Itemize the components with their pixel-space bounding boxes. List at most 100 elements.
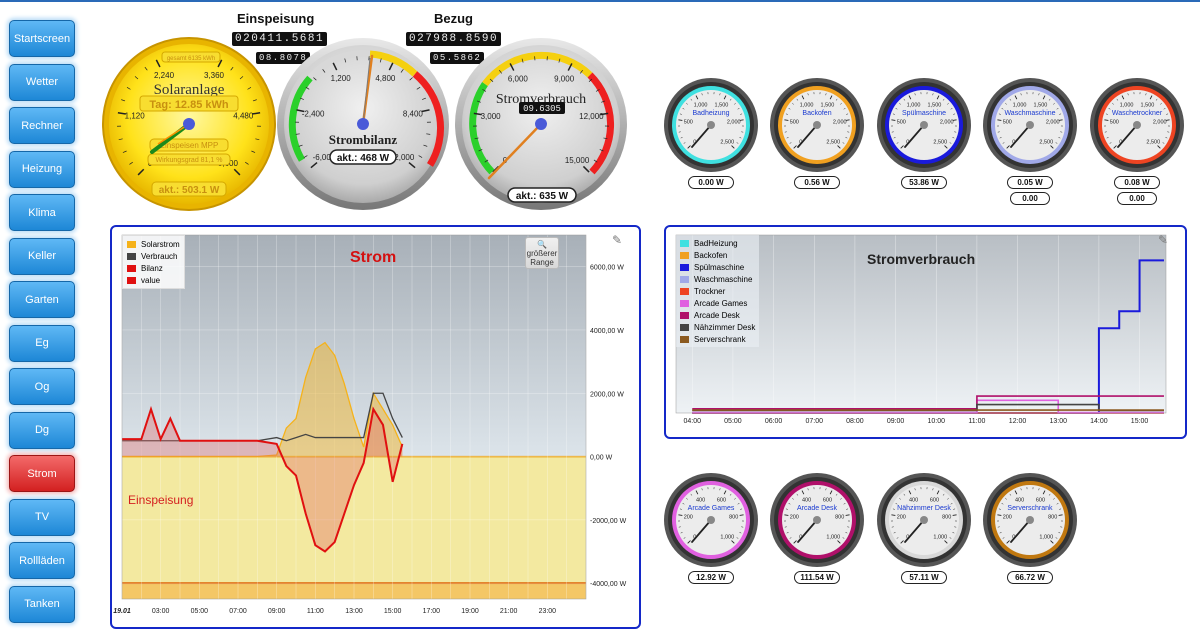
edit-pencil-icon[interactable]: ✎ [1158, 233, 1168, 247]
gauge-tick-label: 1,000 [826, 534, 840, 540]
nav-garten-button[interactable]: Garten [9, 281, 75, 318]
legend-item[interactable]: Solarstrom [127, 238, 180, 250]
nav-eg-button[interactable]: Eg [9, 324, 75, 362]
device-gauge: 05001,000 1,5002,0002,500Waschetrockner [1090, 78, 1184, 172]
solar-akt: akt.: 503.1 W [159, 185, 220, 196]
gauge-tick-label: 1,500 [1034, 103, 1048, 109]
x-tick-label: 17:00 [423, 608, 441, 615]
legend-item[interactable]: Trockner [680, 285, 755, 297]
x-tick-label: 05:00 [191, 608, 209, 615]
x-tick-label: 19:00 [461, 608, 479, 615]
legend-swatch [680, 251, 689, 259]
legend-item[interactable]: Serverschrank [680, 333, 755, 345]
x-tick-label: 09:00 [887, 418, 905, 425]
x-tick-label: 07:00 [229, 608, 247, 615]
nav-dg-button[interactable]: Dg [9, 411, 75, 449]
gauge-tick-label: 1,000 [907, 103, 921, 109]
legend-swatch [680, 323, 689, 331]
device-extra-value: 0.00 [1117, 192, 1157, 205]
legend-swatch [680, 275, 689, 283]
larger-range-button[interactable]: 🔍 größerer Range [525, 237, 559, 269]
legend-item[interactable]: Bilanz [127, 262, 180, 274]
device-power-value: 0.00 W [688, 176, 734, 189]
legend-label: Spülmaschine [694, 262, 745, 272]
gauge-tick-label: 2,000 [1046, 119, 1060, 125]
solar-tag-value: Tag: 12.85 kWh [149, 99, 229, 111]
edit-pencil-icon[interactable]: ✎ [612, 233, 622, 247]
solar-mpp: Einspeisen MPP [160, 141, 219, 150]
gauge-tick-label: 500 [790, 119, 799, 125]
legend-item[interactable]: Arcade Games [680, 297, 755, 309]
gauge-tick-label: 2,500 [1039, 139, 1053, 145]
device-power-value: 12.92 W [688, 571, 734, 584]
gauge-tick-label: 200 [897, 514, 906, 520]
y-tick-label: 2000,00 W [590, 391, 624, 398]
verbrauch-akt: akt.: 635 W [516, 191, 569, 202]
legend-label: Arcade Games [694, 298, 748, 308]
legend-item[interactable]: Spülmaschine [680, 261, 755, 273]
gauge-tick-label: 1,000 [1013, 103, 1027, 109]
y-tick-label: 0,00 W [590, 455, 613, 462]
legend-swatch [680, 335, 689, 343]
stromverbrauch-chart-panel: 04:00 05:00 06:00 07:00 08:00 09:00 10:00 11:00… [664, 225, 1187, 439]
nav-tanken-button[interactable]: Tanken [9, 585, 75, 623]
gauge-tick-label: 800 [835, 514, 844, 520]
bilanz-title: Strombilanz [329, 132, 398, 147]
gauge-tick-label: 800 [942, 514, 951, 520]
device-gauge-label: Nähzimmer Desk [897, 505, 951, 512]
x-tick-label: 03:00 [152, 608, 170, 615]
legend-label: value [141, 275, 161, 285]
y-tick-label: 6000,00 W [590, 265, 624, 272]
legend-item[interactable]: Nähzimmer Desk [680, 321, 755, 333]
device-power-value: 0.56 W [794, 176, 840, 189]
gauge-tick-label: 1,000 [933, 534, 947, 540]
nav-rolll-den-button[interactable]: Rollläden [9, 542, 75, 579]
nav-tv-button[interactable]: TV [9, 498, 75, 536]
gauge-tick-label: 500 [897, 119, 906, 125]
legend-label: Bilanz [141, 263, 163, 273]
legend-swatch [127, 276, 136, 284]
legend-item[interactable]: Waschmaschine [680, 273, 755, 285]
legend-swatch [127, 240, 136, 248]
device-power-value: 111.54 W [794, 571, 840, 584]
device-gauge: 05001,000 1,5002,0002,500Backofen [770, 78, 864, 172]
legend-item[interactable]: Backofen [680, 249, 755, 261]
gauge-tick-label: 400 [1015, 498, 1024, 504]
device-extra-value: 0.00 [1010, 192, 1050, 205]
legend-item[interactable]: Arcade Desk [680, 309, 755, 321]
x-tick-label: 11:00 [307, 608, 324, 615]
device-gauge: 05001,000 1,5002,0002,500Waschmaschine [983, 78, 1077, 172]
legend-swatch [127, 264, 136, 272]
gauge-tick-label: 2,000 [727, 119, 741, 125]
gauge-tick-label: 200 [1003, 514, 1012, 520]
device-gauge: 0200400 6008001,000Arcade Desk [770, 473, 864, 567]
device-gauge-label: Waschetrockner [1112, 110, 1163, 117]
einspeisung-annotation: Einspeisung [128, 493, 194, 507]
x-tick-label: 04:00 [683, 418, 701, 425]
x-tick-label: 07:00 [805, 418, 823, 425]
gauge-tick-label: 600 [930, 498, 939, 504]
nav-strom-button[interactable]: Strom [9, 455, 75, 492]
strom-legend: Solarstrom Verbrauch Bilanz value [122, 235, 185, 289]
gauge-tick-label: 200 [790, 514, 799, 520]
nav-og-button[interactable]: Og [9, 368, 75, 405]
gauge-tick-label: 4,480 [233, 111, 254, 120]
legend-swatch [680, 287, 689, 295]
x-tick-label: 08:00 [846, 418, 864, 425]
gauge-tick-label: 500 [684, 119, 693, 125]
device-power-value: 0.05 W [1007, 176, 1053, 189]
gauge-tick-label: 2,240 [154, 71, 175, 80]
gauge-tick-label: 1,000 [800, 103, 814, 109]
x-tick-label: 10:00 [927, 418, 945, 425]
solar-gauge: 01,1202,2403,3604,4805,600 Solaranlage T… [102, 37, 276, 211]
strom-chart: 19.01 03:00 05:00 07:00 09:00 11:00 13:00 15:00… [113, 234, 627, 615]
gauge-tick-label: 1,000 [1120, 103, 1134, 109]
x-tick-label: 13:00 [345, 608, 363, 615]
legend-label: Serverschrank [694, 334, 746, 344]
legend-item[interactable]: Verbrauch [127, 250, 180, 262]
legend-item[interactable]: BadHeizung [680, 237, 755, 249]
nav-keller-button[interactable]: Keller [9, 237, 75, 275]
legend-item[interactable]: value [127, 274, 180, 286]
x-tick-label: 09:00 [268, 608, 286, 615]
gauge-tick-label: 2,500 [1146, 139, 1160, 145]
